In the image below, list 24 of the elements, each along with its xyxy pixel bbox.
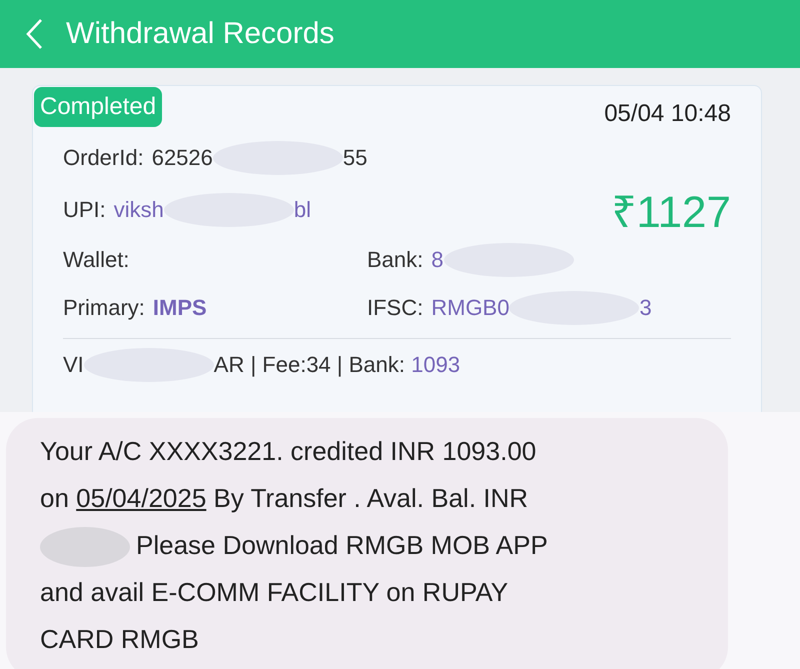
field-value: RMGB0 <box>431 295 510 321</box>
amount: ₹1127 <box>611 187 731 239</box>
back-icon[interactable] <box>24 17 44 51</box>
field-value: AR | Fee:34 | Bank: <box>214 352 406 378</box>
field-label: Bank: <box>367 247 424 273</box>
field-value: bl <box>294 197 312 223</box>
page-title: Withdrawal Records <box>66 17 334 51</box>
field-value: IMPS <box>152 295 207 321</box>
field-value: viksh <box>114 197 164 223</box>
field-label: UPI: <box>63 197 106 223</box>
field-value: 55 <box>342 145 368 171</box>
field-label: Primary: <box>63 295 145 321</box>
date-link[interactable]: 05/04/2025 <box>76 483 206 513</box>
field-label: OrderId: <box>63 145 144 171</box>
field-value: 8 <box>431 247 444 273</box>
status-badge: Completed <box>34 87 162 127</box>
field-label: Wallet: <box>63 247 130 273</box>
field-value: 3 <box>639 295 652 321</box>
sms-message: Your A/C XXXX3221. credited INR 1093.00 on 05/04/2025 By Transfer . Aval. Bal. INR Please Download RMGB MOB APP and avail E-COMM FACILITY on RUPAY CARD RMGB <box>40 435 548 656</box>
field-value: 1093 <box>411 352 460 378</box>
field-value: 62526 <box>152 145 213 171</box>
field-value: VI <box>63 352 84 378</box>
record-time: 05/04 10:48 <box>604 100 731 128</box>
field-label: IFSC: <box>367 295 424 321</box>
